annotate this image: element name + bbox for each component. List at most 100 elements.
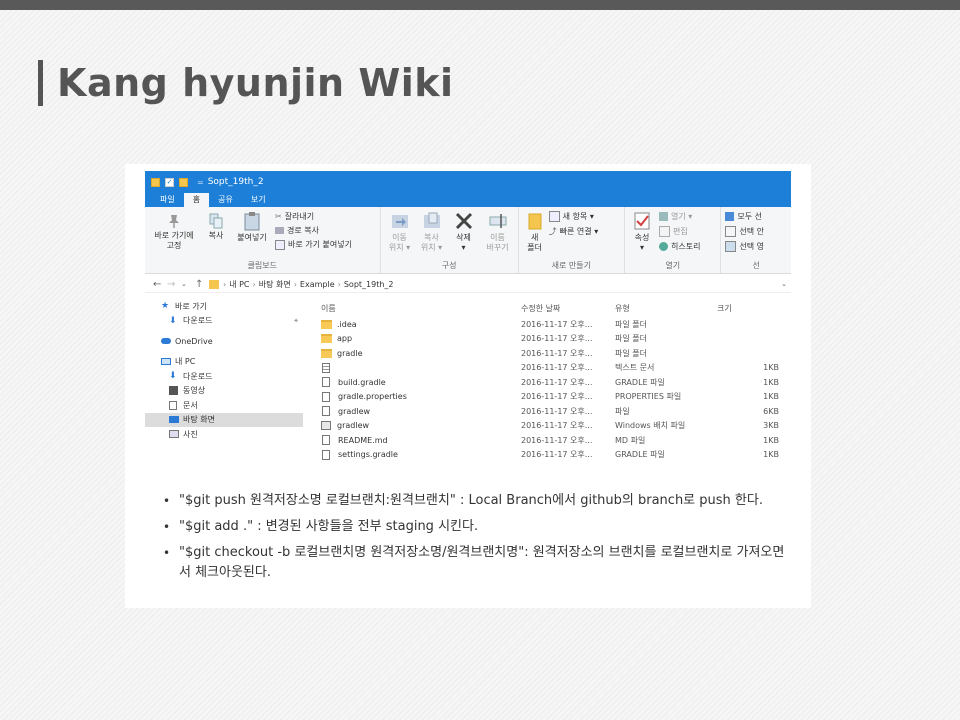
nav-item[interactable]: 사진 [145, 427, 303, 442]
nav-item-label: 문서 [183, 400, 198, 410]
up-arrow-icon[interactable]: ↑ [195, 279, 209, 290]
rename-label-2: 바꾸기 [486, 243, 509, 252]
recent-dropdown-icon[interactable]: ⌄ [181, 280, 195, 288]
file-row[interactable]: gradlew 2016-11-17 오후... Windows 배치 파일 3KB [317, 419, 791, 434]
back-arrow-icon[interactable]: ← [153, 279, 167, 290]
edit-button[interactable]: 편집 [659, 226, 688, 237]
invert-selection-icon [725, 241, 737, 252]
file-size: 1KB [763, 377, 779, 387]
delete-button[interactable]: 삭제 ▾ [449, 211, 479, 253]
path-icon [275, 227, 284, 234]
copyto-label-1: 복사 [424, 233, 439, 242]
column-date[interactable]: 수정한 날짜 [521, 303, 615, 314]
file-row[interactable]: 2016-11-17 오후... 텍스트 문서 1KB [317, 361, 791, 376]
move-to-button[interactable]: 이동 위치 ▾ [385, 211, 415, 253]
file-row[interactable]: settings.gradle 2016-11-17 오후... GRADLE 파일… [317, 448, 791, 463]
new-folder-label-1: 새 [530, 233, 539, 242]
copyto-label-2: 위치 ▾ [420, 243, 443, 252]
select-none-button[interactable]: 선택 안 [725, 226, 764, 237]
properties-check-icon [634, 212, 650, 230]
breadcrumb-this-pc[interactable]: 내 PC [229, 279, 249, 290]
copy-path-button[interactable]: 경로 복사 [275, 225, 319, 236]
text-file-icon [322, 362, 330, 373]
delete-label-2: ▾ [461, 243, 466, 252]
file-name: README.md [338, 435, 388, 445]
file-row[interactable]: README.md 2016-11-17 오후... MD 파일 1KB [317, 433, 791, 448]
new-folder-icon [528, 213, 542, 230]
tab-share[interactable]: 공유 [209, 193, 242, 207]
column-size[interactable]: 크기 [709, 303, 787, 314]
bullet-text: "$git checkout -b 로컬브랜치명 원격저장소명/원격브랜치명":… [179, 545, 785, 580]
breadcrumb-current[interactable]: Sopt_19th_2 [344, 280, 394, 289]
nav-item-label: 바로 가기 [175, 301, 207, 311]
nav-item[interactable]: OneDrive [145, 334, 303, 349]
ribbon-group-new: 새 폴더 새 항목 ▾ ⤴ 빠른 연결 ▾ 새로 만들기 [519, 207, 626, 273]
column-name[interactable]: 이름 [317, 303, 521, 314]
new-folder-button[interactable]: 새 폴더 [523, 211, 547, 253]
file-size: 1KB [763, 363, 779, 373]
paste-shortcut-button[interactable]: 바로 가기 붙여넣기 [275, 239, 352, 250]
breadcrumb-example[interactable]: Example [300, 280, 335, 289]
tab-view[interactable]: 보기 [242, 193, 275, 207]
breadcrumb-desktop[interactable]: 바탕 화면 [259, 279, 291, 290]
nav-item[interactable]: 바탕 화면 [145, 412, 303, 427]
organize-group-label: 구성 [441, 261, 457, 270]
select-none-label: 선택 안 [739, 227, 765, 236]
easy-access-button[interactable]: ⤴ 빠른 연결 ▾ [549, 226, 599, 237]
paste-button[interactable]: 붙여넣기 [231, 211, 273, 243]
file-row[interactable]: gradle 2016-11-17 오후... 파일 폴더 [317, 346, 791, 361]
file-list: 이름 수정한 날짜 유형 크기 .idea 2016-11-17 오후... 파일 … [317, 299, 791, 471]
file-name-cell: app [317, 334, 521, 344]
file-row[interactable]: gradlew 2016-11-17 오후... 파일 6KB [317, 404, 791, 419]
ribbon: 바로 가기에 고정 복사 붙여넣기 ✂ 잘라내기 경로 복사 바로 가기 붙여넣… [145, 207, 791, 274]
nav-item[interactable]: 내 PC [145, 355, 303, 370]
folder-icon [179, 177, 188, 187]
invert-selection-button[interactable]: 선택 영 [725, 241, 764, 252]
file-row[interactable]: build.gradle 2016-11-17 오후... GRADLE 파일 1KB [317, 375, 791, 390]
nav-item-label: 다운로드 [183, 371, 213, 381]
nav-item-label: OneDrive [175, 336, 213, 346]
forward-arrow-icon[interactable]: → [167, 279, 181, 290]
copy-to-button[interactable]: 복사 위치 ▾ [417, 211, 447, 253]
properties-button[interactable]: 속성 ▾ [629, 211, 655, 253]
file-name-cell [317, 362, 521, 373]
rename-button[interactable]: 이름 바꾸기 [481, 211, 515, 253]
address-dropdown-icon[interactable]: ⌄ [781, 280, 787, 288]
file-icon [322, 391, 330, 402]
nav-item[interactable]: 문서 [145, 398, 303, 413]
history-button[interactable]: 히스토리 [659, 241, 700, 252]
picture-icon [169, 430, 183, 439]
select-none-icon [725, 226, 737, 237]
delete-x-icon [455, 212, 472, 230]
file-name-cell: README.md [317, 435, 521, 446]
nav-item[interactable]: 동영상 [145, 384, 303, 399]
nav-item[interactable]: ⬇ 다운로드 [145, 369, 303, 384]
batch-file-icon [321, 421, 331, 431]
file-icon [322, 377, 330, 388]
menu-tabs: 파일 홈 공유 보기 [145, 193, 791, 207]
column-type[interactable]: 유형 [615, 303, 709, 314]
address-bar[interactable]: ← → ⌄ ↑ › 내 PC › 바탕 화면 › Example › Sopt_… [145, 276, 791, 293]
cloud-icon [161, 338, 175, 345]
slide-title: Kang hyunjin Wiki [57, 61, 454, 105]
clipboard-icon [244, 212, 260, 231]
file-row[interactable]: app 2016-11-17 오후... 파일 폴더 [317, 332, 791, 347]
cut-button[interactable]: ✂ 잘라내기 [275, 211, 314, 222]
file-row[interactable]: gradle.properties 2016-11-17 오후... PROPERT… [317, 390, 791, 405]
nav-item[interactable]: ★ 바로 가기 [145, 299, 303, 314]
download-icon: ⬇ [169, 371, 177, 382]
file-name-cell: build.gradle [317, 377, 521, 388]
select-all-button[interactable]: 모두 선 [725, 211, 762, 222]
file-name: gradle.properties [338, 392, 407, 402]
dropdown-icon: = [197, 177, 204, 187]
nav-item[interactable]: ⬇ 다운로드 ✦ [145, 314, 303, 329]
file-type: MD 파일 [615, 435, 646, 445]
file-row[interactable]: .idea 2016-11-17 오후... 파일 폴더 [317, 317, 791, 332]
pin-quick-access-button[interactable]: 바로 가기에 고정 [147, 213, 201, 251]
tab-home[interactable]: 홈 [183, 193, 210, 207]
open-button[interactable]: 열기 ▾ [659, 211, 692, 222]
tab-file[interactable]: 파일 [151, 193, 184, 207]
file-size: 1KB [763, 392, 779, 402]
new-item-button[interactable]: 새 항목 ▾ [548, 211, 594, 222]
copy-button[interactable]: 복사 [203, 213, 229, 241]
